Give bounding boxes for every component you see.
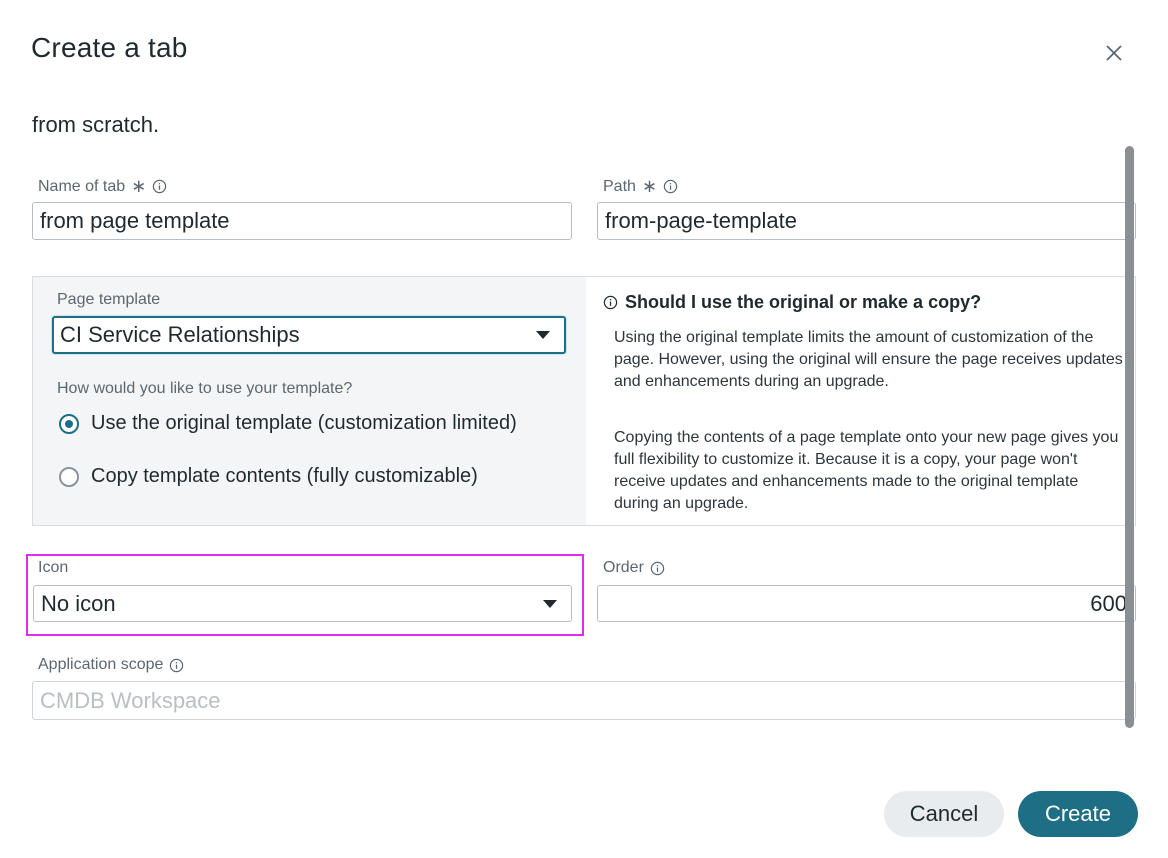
info-icon[interactable]: [169, 658, 184, 673]
application-scope-input: CMDB Workspace: [32, 681, 1136, 720]
help-paragraph-original: Using the original template limits the a…: [614, 329, 1123, 390]
required-indicator: ∗: [131, 176, 147, 196]
icon-select-value: No icon: [41, 590, 116, 616]
dialog-title: Create a tab: [31, 32, 188, 63]
application-scope-label: Application scope: [38, 656, 184, 674]
page-template-select[interactable]: CI Service Relationships: [52, 316, 566, 354]
chevron-down-icon: [543, 599, 557, 608]
help-paragraph-copy: Copying the contents of a page template …: [614, 429, 1119, 512]
chevron-down-icon: [536, 331, 550, 339]
page-template-label: Page template: [57, 291, 161, 308]
page-template-value: CI Service Relationships: [60, 322, 300, 347]
info-icon: [603, 295, 618, 310]
name-of-tab-label: Name of tab ∗: [38, 176, 167, 197]
path-label: Path ∗: [603, 176, 678, 197]
path-label-text: Path: [603, 177, 636, 195]
icon-label: Icon: [38, 559, 69, 576]
required-indicator: ∗: [641, 176, 658, 196]
info-icon[interactable]: [650, 561, 665, 576]
create-tab-dialog: Create a tab from scratch. Name of tab ∗…: [0, 0, 1168, 858]
info-icon[interactable]: [663, 179, 678, 194]
cancel-button[interactable]: Cancel: [884, 791, 1004, 837]
create-button[interactable]: Create: [1018, 791, 1138, 837]
info-icon[interactable]: [152, 179, 167, 194]
radio-button[interactable]: [59, 466, 79, 487]
icon-select[interactable]: No icon: [33, 585, 572, 622]
path-input[interactable]: from-page-template: [597, 202, 1136, 240]
template-usage-question: How would you like to use your template?: [57, 380, 353, 397]
name-of-tab-label-text: Name of tab: [38, 177, 126, 195]
order-label: Order: [603, 559, 665, 577]
help-title-text: Should I use the original or make a copy…: [625, 292, 982, 312]
radio-copy-contents[interactable]: Copy template contents (fully customizab…: [59, 465, 478, 488]
order-input[interactable]: 600: [597, 585, 1136, 622]
radio-use-original[interactable]: Use the original template (customization…: [59, 412, 517, 435]
radio-copy-contents-label: Copy template contents (fully customizab…: [91, 465, 478, 487]
radio-use-original-label: Use the original template (customization…: [91, 412, 517, 434]
name-of-tab-input[interactable]: from page template: [32, 202, 572, 240]
radio-button-checked[interactable]: [59, 413, 79, 434]
intro-text: from scratch.: [32, 112, 160, 137]
application-scope-label-text: Application scope: [38, 656, 164, 673]
scrollbar-thumb[interactable]: [1125, 146, 1134, 728]
close-icon[interactable]: [1101, 40, 1127, 66]
order-label-text: Order: [603, 559, 644, 576]
help-title: Should I use the original or make a copy…: [603, 292, 981, 313]
